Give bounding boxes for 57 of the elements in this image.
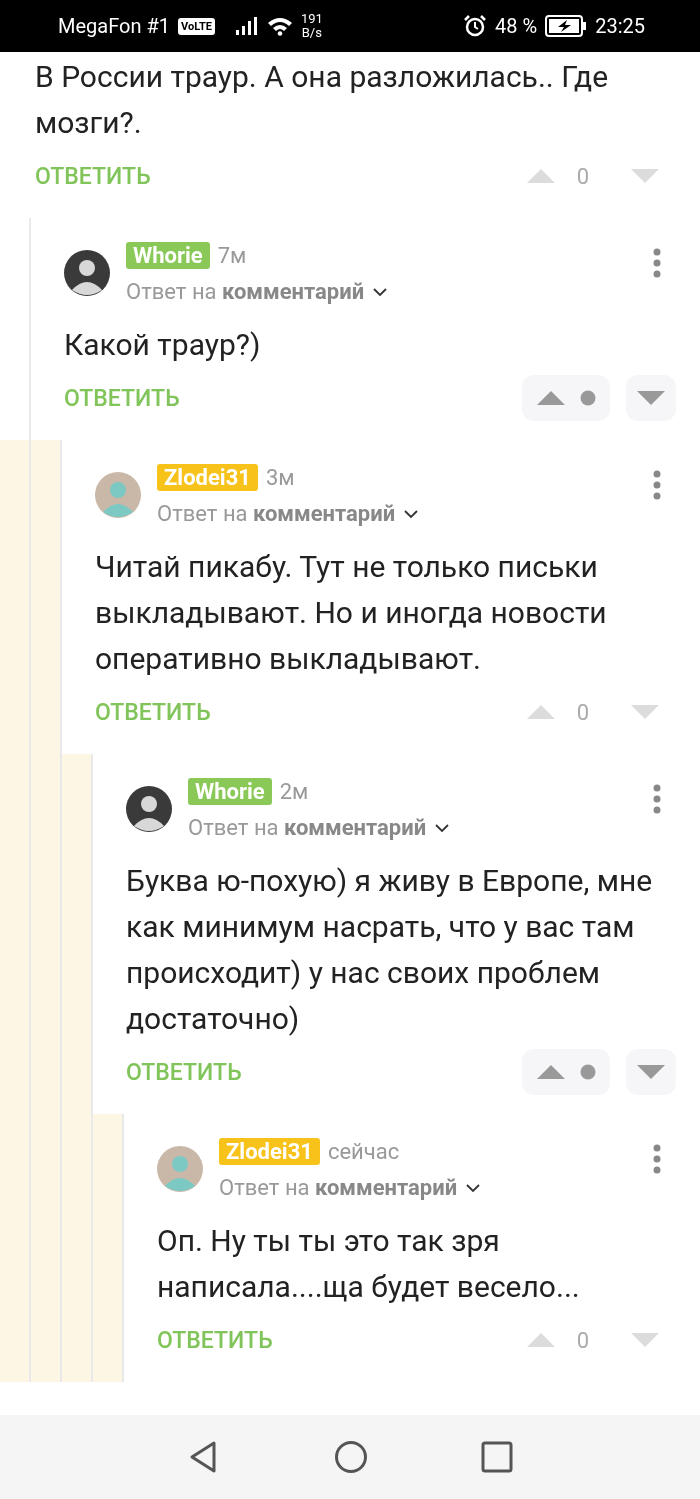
triangle-up-icon [536, 390, 566, 406]
triangle-down-icon [636, 1064, 666, 1080]
comment-time: 7м [217, 243, 247, 268]
comment-text: Буква ю-похую) я живу в Европе, мне как минимум насрать, что у вас там происходит) у нас своих проблем достаточно) [126, 862, 654, 1038]
comment-text: В России траур. А она разложилась.. Где мозги?. [35, 58, 610, 142]
dot-icon [580, 390, 596, 406]
username-badge[interactable]: Zlodei31 [157, 464, 258, 491]
battery-percent: 48 % [495, 14, 538, 38]
reply-to-link[interactable]: Ответ на комментарий [219, 1175, 458, 1200]
triangle-up-icon [536, 1064, 566, 1080]
more-options-icon[interactable] [652, 784, 662, 814]
reply-link[interactable]: ОТВЕТИТЬ [157, 1326, 273, 1354]
recent-apps-icon[interactable] [481, 1441, 514, 1473]
username-badge[interactable]: Whorie [126, 242, 210, 269]
avatar[interactable] [64, 250, 110, 296]
triangle-down-icon [636, 390, 666, 406]
signal-icon [234, 16, 259, 36]
vote-up-button[interactable] [522, 375, 610, 421]
reply-link[interactable]: ОТВЕТИТЬ [126, 1058, 242, 1086]
reply-to-link[interactable]: Ответ на комментарий [188, 815, 427, 840]
vote-down-button[interactable] [626, 1049, 676, 1095]
comment-text: Оп. Ну ты ты это так зря написала....ща будет весело... [157, 1222, 581, 1306]
rating: 0 [575, 699, 591, 725]
comment-text: Какой траур?) [64, 326, 262, 364]
more-options-icon[interactable] [652, 1144, 662, 1174]
reply-link[interactable]: ОТВЕТИТЬ [95, 698, 211, 726]
rating: 0 [575, 163, 591, 189]
chevron-down-icon[interactable] [434, 821, 451, 834]
clock: 23:25 [595, 14, 645, 38]
speed-unit: B/s [301, 26, 322, 40]
comment-time: 3м [265, 465, 295, 490]
network-badge: VoLTE [178, 17, 215, 35]
comment-time: 2м [279, 779, 309, 804]
vote-down-button[interactable] [626, 375, 676, 421]
reply-to-link[interactable]: Ответ на комментарий [157, 501, 396, 526]
reply-link[interactable]: ОТВЕТИТЬ [35, 162, 151, 190]
carrier-name: MegaFon #1 [58, 14, 170, 38]
battery-charging-icon [545, 15, 588, 37]
wifi-icon [266, 16, 293, 36]
comment-text: Читай пикабу. Тут не только письки выкладывают. Но и иногда новости оперативно выкладывают. [95, 548, 608, 678]
vote-up-button[interactable] [522, 1049, 610, 1095]
dot-icon [580, 1064, 596, 1080]
chevron-down-icon[interactable] [372, 285, 389, 298]
avatar[interactable] [126, 786, 172, 832]
speed-value: 191 [300, 12, 323, 26]
rating: 0 [575, 1327, 591, 1353]
more-options-icon[interactable] [652, 248, 662, 278]
more-options-icon[interactable] [652, 470, 662, 500]
chevron-down-icon[interactable] [403, 507, 420, 520]
chevron-down-icon[interactable] [465, 1181, 482, 1194]
reply-link[interactable]: ОТВЕТИТЬ [64, 384, 180, 412]
username-badge[interactable]: Zlodei31 [219, 1138, 320, 1165]
home-icon[interactable] [334, 1440, 368, 1474]
comment-time: сейчас [327, 1139, 400, 1164]
reply-to-link[interactable]: Ответ на комментарий [126, 279, 365, 304]
alarm-icon [463, 14, 488, 38]
username-badge[interactable]: Whorie [188, 778, 272, 805]
